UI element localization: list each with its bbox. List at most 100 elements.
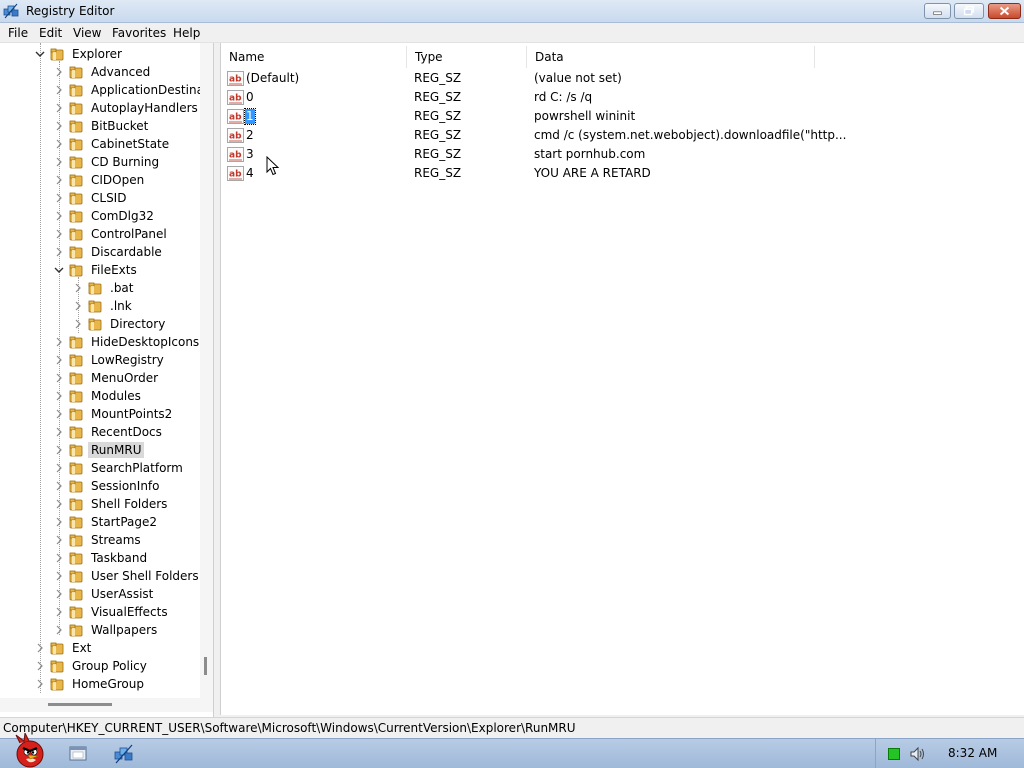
tree-item-modules[interactable]: Modules: [53, 387, 144, 405]
tree-item-bat[interactable]: .bat: [72, 279, 137, 297]
expand-arrow-icon[interactable]: [53, 606, 65, 618]
expand-arrow-icon[interactable]: [53, 102, 65, 114]
expand-arrow-icon[interactable]: [53, 120, 65, 132]
tree-item-controlpanel[interactable]: ControlPanel: [53, 225, 170, 243]
tree-item-wallpapers[interactable]: Wallpapers: [53, 621, 160, 639]
menu-edit[interactable]: Edit: [37, 25, 64, 41]
expand-arrow-icon[interactable]: [53, 138, 65, 150]
tree-item-bitbucket[interactable]: BitBucket: [53, 117, 151, 135]
tree-item-ext[interactable]: Ext: [34, 639, 94, 657]
value-name[interactable]: 1: [244, 108, 256, 125]
tree-item-explorer[interactable]: Explorer: [34, 45, 125, 63]
tree-item-applicationdestinati[interactable]: ApplicationDestinati: [53, 81, 213, 99]
value-row[interactable]: ab 3 REG_SZ start pornhub.com: [221, 145, 1024, 164]
tree-item-advanced[interactable]: Advanced: [53, 63, 153, 81]
expand-arrow-icon[interactable]: [53, 516, 65, 528]
tree-item-streams[interactable]: Streams: [53, 531, 144, 549]
start-button-angry-bird-icon[interactable]: [6, 733, 48, 768]
tree-item-startpage2[interactable]: StartPage2: [53, 513, 160, 531]
minimize-button[interactable]: [924, 3, 951, 19]
expand-arrow-icon[interactable]: [53, 534, 65, 546]
expand-arrow-icon[interactable]: [72, 282, 84, 294]
expand-arrow-icon[interactable]: [53, 498, 65, 510]
tree-item-directory[interactable]: Directory: [72, 315, 168, 333]
tree-item-clsid[interactable]: CLSID: [53, 189, 129, 207]
menu-file[interactable]: File: [6, 25, 30, 41]
tree-item-searchplatform[interactable]: SearchPlatform: [53, 459, 186, 477]
expand-arrow-icon[interactable]: [53, 354, 65, 366]
values-list-pane[interactable]: Name Type Data ab (Default) REG_SZ (value n…: [220, 43, 1024, 715]
menu-help[interactable]: Help: [171, 25, 202, 41]
taskbar-explorer-icon[interactable]: [68, 745, 88, 763]
expand-arrow-icon[interactable]: [53, 462, 65, 474]
collapse-arrow-icon[interactable]: [34, 48, 46, 60]
tree-vertical-scrollbar[interactable]: [200, 43, 213, 698]
title-bar[interactable]: Registry Editor: [0, 0, 1024, 23]
expand-arrow-icon[interactable]: [53, 426, 65, 438]
expand-arrow-icon[interactable]: [53, 480, 65, 492]
taskbar-registry-editor-icon[interactable]: [114, 744, 134, 764]
tree-item-runmru[interactable]: RunMRU: [53, 441, 145, 459]
value-row[interactable]: ab 1 REG_SZ powrshell wininit: [221, 107, 1024, 126]
value-row[interactable]: ab 0 REG_SZ rd C: /s /q: [221, 88, 1024, 107]
tree-item-hidedesktopicons[interactable]: HideDesktopIcons: [53, 333, 202, 351]
tree-item-cd-burning[interactable]: CD Burning: [53, 153, 162, 171]
expand-arrow-icon[interactable]: [53, 588, 65, 600]
tree-item-recentdocs[interactable]: RecentDocs: [53, 423, 165, 441]
expand-arrow-icon[interactable]: [53, 390, 65, 402]
expand-arrow-icon[interactable]: [53, 174, 65, 186]
expand-arrow-icon[interactable]: [34, 660, 46, 672]
value-row[interactable]: ab 2 REG_SZ cmd /c (system.net.webobject).d…: [221, 126, 1024, 145]
expand-arrow-icon[interactable]: [53, 552, 65, 564]
tree-item-lnk[interactable]: .lnk: [72, 297, 135, 315]
expand-arrow-icon[interactable]: [53, 228, 65, 240]
tree-item-mountpoints2[interactable]: MountPoints2: [53, 405, 175, 423]
value-name[interactable]: 2: [245, 128, 255, 143]
restore-button[interactable]: [954, 3, 984, 19]
value-name[interactable]: (Default): [245, 71, 300, 86]
tree-item-autoplayhandlers[interactable]: AutoplayHandlers: [53, 99, 201, 117]
column-header-type[interactable]: Type: [407, 46, 527, 68]
expand-arrow-icon[interactable]: [53, 192, 65, 204]
speaker-icon[interactable]: [908, 745, 926, 763]
tree-item-menuorder[interactable]: MenuOrder: [53, 369, 161, 387]
expand-arrow-icon[interactable]: [53, 570, 65, 582]
menu-favorites[interactable]: Favorites: [110, 25, 168, 41]
tree-item-shell-folders[interactable]: Shell Folders: [53, 495, 170, 513]
value-name[interactable]: 0: [245, 90, 255, 105]
tree-item-userassist[interactable]: UserAssist: [53, 585, 156, 603]
tree-item-discardable[interactable]: Discardable: [53, 243, 165, 261]
tree-item-sessioninfo[interactable]: SessionInfo: [53, 477, 163, 495]
expand-arrow-icon[interactable]: [72, 318, 84, 330]
close-button[interactable]: [988, 3, 1021, 19]
tree-item-user-shell-folders[interactable]: User Shell Folders: [53, 567, 202, 585]
tree-item-group-policy[interactable]: Group Policy: [34, 657, 150, 675]
value-name[interactable]: 3: [245, 147, 255, 162]
menu-view[interactable]: View: [71, 25, 103, 41]
tree-horizontal-scrollbar[interactable]: [0, 698, 213, 712]
expand-arrow-icon[interactable]: [72, 300, 84, 312]
value-row[interactable]: ab 4 REG_SZ YOU ARE A RETARD: [221, 164, 1024, 183]
network-status-icon[interactable]: [888, 748, 900, 760]
tree-scroll-thumb[interactable]: [204, 657, 207, 675]
tree-item-homegroup[interactable]: HomeGroup: [34, 675, 147, 693]
expand-arrow-icon[interactable]: [53, 84, 65, 96]
value-row[interactable]: ab (Default) REG_SZ (value not set): [221, 69, 1024, 88]
tree-item-lowregistry[interactable]: LowRegistry: [53, 351, 167, 369]
expand-arrow-icon[interactable]: [53, 444, 65, 456]
tree-item-comdlg32[interactable]: ComDlg32: [53, 207, 157, 225]
expand-arrow-icon[interactable]: [53, 336, 65, 348]
expand-arrow-icon[interactable]: [53, 66, 65, 78]
tree-item-cabinetstate[interactable]: CabinetState: [53, 135, 172, 153]
expand-arrow-icon[interactable]: [53, 246, 65, 258]
collapse-arrow-icon[interactable]: [53, 264, 65, 276]
clock[interactable]: 8:32 AM: [948, 746, 997, 760]
expand-arrow-icon[interactable]: [34, 642, 46, 654]
tree-item-taskband[interactable]: Taskband: [53, 549, 150, 567]
tree-item-cidopen[interactable]: CIDOpen: [53, 171, 147, 189]
expand-arrow-icon[interactable]: [53, 624, 65, 636]
column-header-name[interactable]: Name: [221, 46, 407, 68]
expand-arrow-icon[interactable]: [53, 372, 65, 384]
expand-arrow-icon[interactable]: [53, 210, 65, 222]
key-tree-pane[interactable]: Explorer Advanced ApplicationDestinati Auto…: [0, 43, 214, 717]
